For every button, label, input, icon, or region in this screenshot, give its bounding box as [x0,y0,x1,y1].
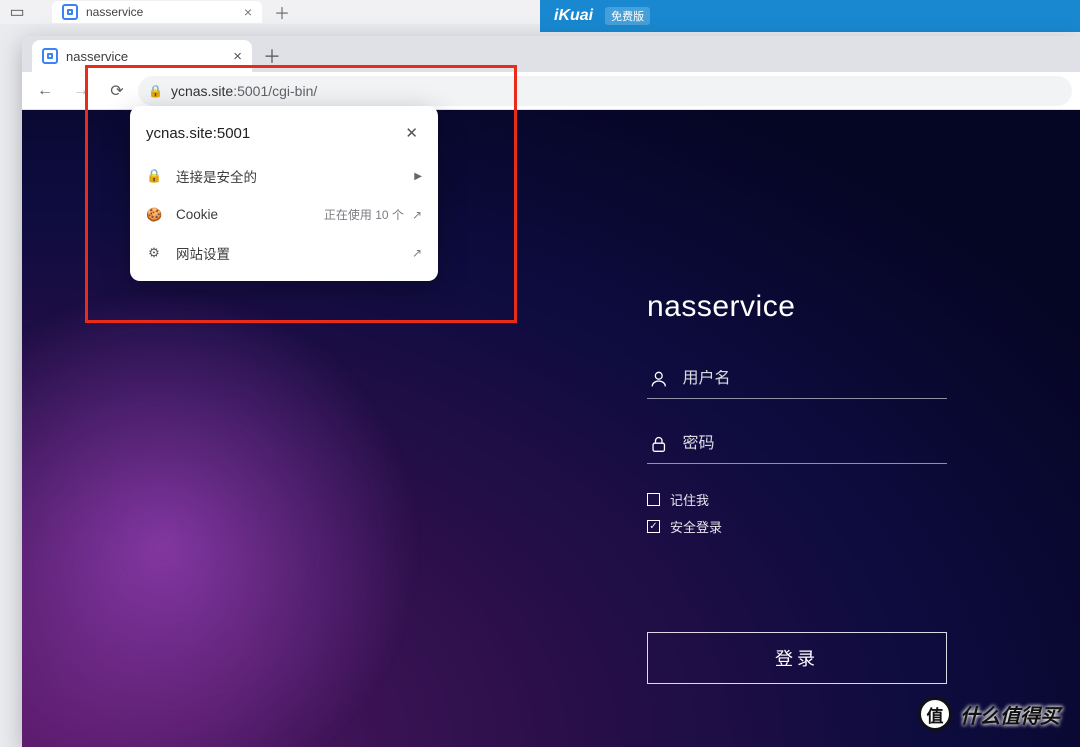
checkbox-checked-icon: ✓ [647,520,660,533]
username-field[interactable] [647,360,947,399]
background-brand: iKuai [554,7,593,25]
background-glow [22,287,422,747]
site-info-popover: ycnas.site:5001 ✕ 🔒 连接是安全的 ▶ 🍪 Cookie 正在… [130,106,438,281]
active-tab[interactable]: nasservice × [32,40,252,72]
background-tab[interactable]: nasservice × [52,1,262,23]
tab-title: nasservice [66,49,128,64]
new-tab-button[interactable]: ＋ [258,42,286,70]
lock-icon[interactable]: 🔒 [148,84,163,98]
forward-button[interactable]: → [66,76,96,106]
secure-login-label: 安全登录 [670,517,722,536]
favicon-icon [62,4,78,20]
login-options: 记住我 ✓ 安全登录 [647,490,947,536]
watermark-text: 什么值得买 [960,700,1060,729]
cookies-row[interactable]: 🍪 Cookie 正在使用 10 个 ↗ [130,196,438,233]
login-button[interactable]: 登录 [647,632,947,684]
background-app-banner: iKuai 免费版 [540,0,1080,32]
background-new-tab[interactable]: ＋ [274,0,290,24]
popover-close-button[interactable]: ✕ [401,120,422,146]
site-settings-row[interactable]: ⚙ 网站设置 ↗ [130,233,438,273]
user-icon [649,368,669,390]
password-input[interactable] [683,435,945,453]
secure-login-checkbox[interactable]: ✓ 安全登录 [647,517,947,536]
window-panel-icon: ▭ [0,0,34,24]
cookie-icon: 🍪 [146,207,162,223]
username-input[interactable] [683,370,945,388]
background-tab-title: nasservice [86,5,143,19]
lock-icon: 🔒 [146,168,162,184]
remember-me-label: 记住我 [670,490,709,509]
tab-close-icon[interactable]: × [233,48,242,65]
url-text: ycnas.site:5001/cgi-bin/ [171,83,317,99]
close-icon[interactable]: × [244,4,252,20]
remember-me-checkbox[interactable]: 记住我 [647,490,947,509]
lock-icon [649,433,669,455]
external-link-icon: ↗ [412,246,422,260]
checkbox-unchecked-icon [647,493,660,506]
reload-button[interactable]: ⟳ [102,76,132,106]
external-link-icon: ↗ [412,208,422,222]
watermark-badge: 值 [918,697,952,731]
omnibox[interactable]: 🔒 ycnas.site:5001/cgi-bin/ [138,76,1072,106]
connection-secure-row[interactable]: 🔒 连接是安全的 ▶ [130,156,438,196]
site-settings-label: 网站设置 [176,243,230,263]
watermark: 值 什么值得买 [918,697,1060,731]
gear-icon: ⚙ [146,245,162,261]
cookie-status: 正在使用 10 个 [324,206,404,223]
address-bar: ← → ⟳ 🔒 ycnas.site:5001/cgi-bin/ [22,72,1080,110]
connection-secure-label: 连接是安全的 [176,166,257,186]
cookie-label: Cookie [176,207,218,222]
chevron-right-icon: ▶ [414,171,422,182]
password-field[interactable] [647,425,947,464]
back-button[interactable]: ← [30,76,60,106]
favicon-icon [42,48,58,64]
background-brand-tag: 免费版 [605,7,650,25]
login-form: nasservice 记住我 ✓ 安全登录 登录 [647,290,947,684]
popover-host: ycnas.site:5001 [146,125,250,142]
tab-strip: nasservice × ＋ [22,36,1080,72]
login-title: nasservice [647,290,947,324]
